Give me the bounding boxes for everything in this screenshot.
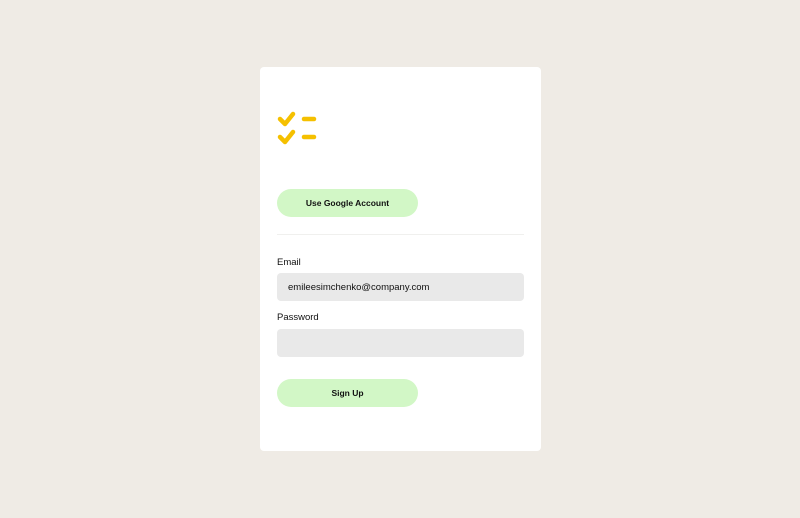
page: Use Google Account Email Password Sign U… [0,0,800,518]
checklist-icon [277,111,317,145]
sign-up-button[interactable]: Sign Up [277,379,418,407]
email-label: Email [277,257,301,268]
password-label: Password [277,312,319,323]
signup-card: Use Google Account Email Password Sign U… [260,67,541,451]
check-mark-bottom [277,129,296,145]
divider [277,234,524,235]
password-input[interactable] [277,329,524,357]
email-input[interactable] [277,273,524,301]
google-account-button[interactable]: Use Google Account [277,189,418,217]
check-mark-top [277,111,296,127]
